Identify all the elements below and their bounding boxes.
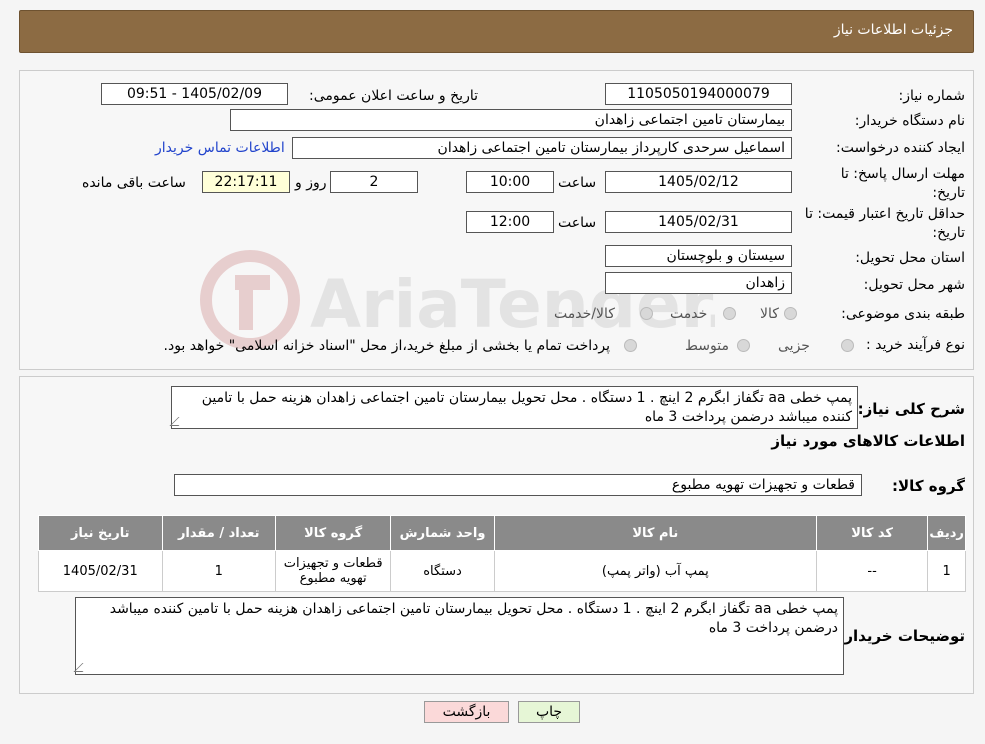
col-need-date: تاریخ نیاز <box>38 515 163 551</box>
creator-field: اسماعیل سرحدی کارپرداز بیمارستان تامین ا… <box>292 137 792 159</box>
days-label: روز و <box>295 175 327 191</box>
col-row-num: ردیف <box>927 515 966 551</box>
print-button[interactable]: چاپ <box>518 701 580 723</box>
creator-label: ایجاد کننده درخواست: <box>836 140 965 156</box>
goods-group-label: گروه کالا: <box>892 477 965 495</box>
cell-quantity: 1 <box>161 550 276 592</box>
buyer-notes-label: توضیحات خریدار: <box>838 627 965 645</box>
cell-need-date: 1405/02/31 <box>38 550 163 592</box>
province-label: استان محل تحویل: <box>855 250 965 266</box>
need-number-label: شماره نیاز: <box>898 88 966 104</box>
process-note: پرداخت تمام یا بخشی از مبلغ خرید،از محل … <box>163 338 610 354</box>
resize-grip-icon[interactable] <box>73 663 92 672</box>
description-textarea[interactable]: پمپ خطی aa تگفاز ابگرم 2 اینچ . 1 دستگاه… <box>169 386 858 429</box>
page-header: جزئیات اطلاعات نیاز <box>19 10 974 53</box>
validity-time-field: 12:00 <box>466 211 554 233</box>
min-validity-label: حداقل تاریخ اعتبار قیمت: تا تاریخ: <box>804 206 965 241</box>
page-title: جزئیات اطلاعات نیاز <box>833 22 953 38</box>
process-option-minor: جزیی <box>778 338 810 354</box>
cell-group: قطعات و تجهیزات تهویه مطبوع <box>274 550 392 592</box>
col-item-code: کد کالا <box>815 515 929 551</box>
remaining-time-field: 22:17:11 <box>202 171 290 193</box>
goods-section-title: اطلاعات کالاهای مورد نیاز <box>771 432 965 450</box>
resize-grip-icon[interactable] <box>169 417 188 426</box>
category-option-goods: کالا <box>760 306 779 322</box>
cell-unit: دستگاه <box>390 550 495 592</box>
goods-group-field: قطعات و تجهیزات تهویه مطبوع <box>174 474 862 496</box>
days-field: 2 <box>330 171 418 193</box>
buyer-org-label: نام دستگاه خریدار: <box>854 113 965 129</box>
need-number-field: 1105050194000079 <box>605 83 792 105</box>
description-label: شرح کلی نیاز: <box>857 400 965 418</box>
city-label: شهر محل تحویل: <box>863 277 965 293</box>
remaining-label: ساعت باقی مانده <box>82 175 186 191</box>
validity-date-field: 1405/02/31 <box>605 211 792 233</box>
category-option-service: خدمت <box>670 306 708 322</box>
category-radio-service[interactable] <box>723 307 736 320</box>
back-button[interactable]: بازگشت <box>424 701 509 723</box>
reply-deadline-label: مهلت ارسال پاسخ: تا تاریخ: <box>840 166 965 201</box>
process-label: نوع فرآیند خرید : <box>866 337 965 353</box>
validity-time-label: ساعت <box>558 215 597 231</box>
cell-item-code: -- <box>815 550 929 592</box>
category-label: طبقه بندی موضوعی: <box>841 306 965 322</box>
buyer-org-field: بیمارستان تامین اجتماعی زاهدان <box>230 109 792 131</box>
col-unit: واحد شمارش <box>390 515 495 551</box>
process-option-medium: متوسط <box>685 338 729 354</box>
category-option-goods-service: کالا/خدمت <box>554 306 615 322</box>
reply-time-label: ساعت <box>558 175 597 191</box>
reply-time-field: 10:00 <box>466 171 554 193</box>
table-row: 1 -- پمپ آب (واتر پمپ) دستگاه قطعات و تج… <box>38 550 966 592</box>
col-group: گروه کالا <box>274 515 392 551</box>
goods-table: ردیف کد کالا نام کالا واحد شمارش گروه کا… <box>38 515 966 592</box>
col-item-name: نام کالا <box>493 515 817 551</box>
announce-label: تاریخ و ساعت اعلان عمومی: <box>309 88 478 104</box>
treasury-checkbox[interactable] <box>624 339 637 352</box>
cell-item-name: پمپ آب (واتر پمپ) <box>493 550 817 592</box>
process-radio-minor[interactable] <box>841 339 854 352</box>
category-radio-goods[interactable] <box>784 307 797 320</box>
announce-field: 1405/02/09 - 09:51 <box>101 83 288 105</box>
province-field: سیستان و بلوچستان <box>605 245 792 267</box>
description-text: پمپ خطی aa تگفاز ابگرم 2 اینچ . 1 دستگاه… <box>201 390 852 425</box>
reply-date-field: 1405/02/12 <box>605 171 792 193</box>
col-quantity: تعداد / مقدار <box>161 515 276 551</box>
buyer-notes-text: پمپ خطی aa تگفاز ابگرم 2 اینچ . 1 دستگاه… <box>109 601 838 636</box>
process-radio-medium[interactable] <box>737 339 750 352</box>
goods-table-header: ردیف کد کالا نام کالا واحد شمارش گروه کا… <box>38 515 966 551</box>
cell-row-num: 1 <box>927 550 966 592</box>
city-field: زاهدان <box>605 272 792 294</box>
category-radio-goods-service[interactable] <box>640 307 653 320</box>
buyer-notes-textarea[interactable]: پمپ خطی aa تگفاز ابگرم 2 اینچ . 1 دستگاه… <box>73 597 844 675</box>
contact-buyer-link[interactable]: اطلاعات تماس خریدار <box>155 140 285 156</box>
